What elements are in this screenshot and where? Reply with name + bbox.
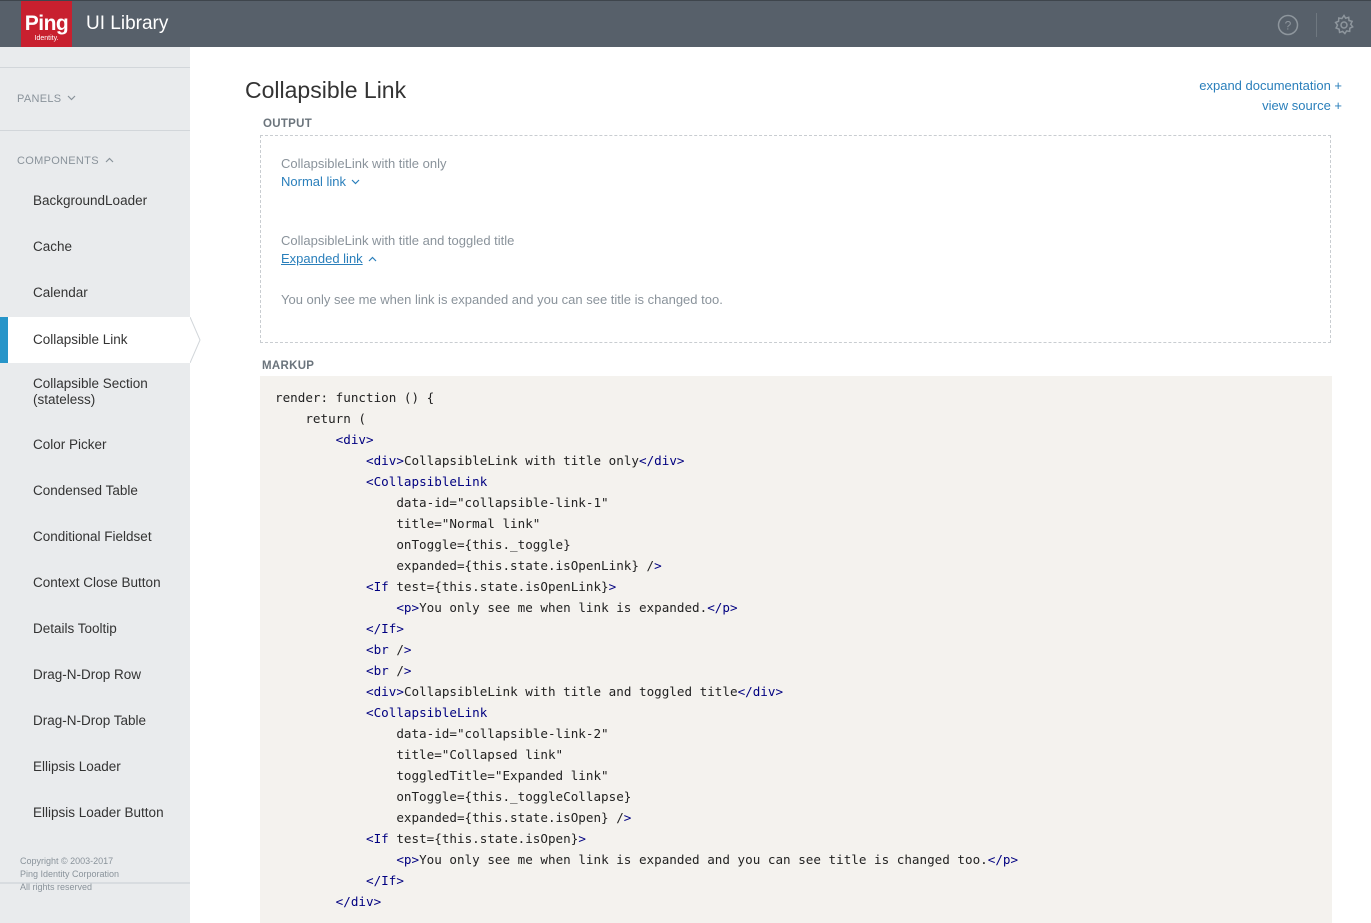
code-line: <If test={this.state.isOpen}> <box>366 831 586 846</box>
sidebar-item-drag-n-drop-row[interactable]: Drag-N-Drop Row <box>0 652 190 698</box>
header-divider <box>1316 13 1317 37</box>
chevron-up-icon <box>368 256 377 261</box>
sidebar-item-label: Ellipsis Loader Button <box>33 805 164 820</box>
code-line: expanded={this.state.isOpenLink} /> <box>275 558 662 573</box>
code-line: <div>CollapsibleLink with title and togg… <box>366 684 784 699</box>
code-line: <CollapsibleLink <box>366 474 488 489</box>
code-line: data-id="collapsible-link-1" <box>275 495 609 510</box>
sidebar-item-drag-n-drop-table[interactable]: Drag-N-Drop Table <box>0 698 190 744</box>
copyright: Copyright © 2003-2017 Ping Identity Corp… <box>20 855 119 894</box>
svg-text:?: ? <box>1285 19 1292 33</box>
normal-collapsible-link[interactable]: Normal link <box>281 174 360 189</box>
sidebar: PANELS COMPONENTS BackgroundLoader Cache… <box>0 47 191 923</box>
view-source-link[interactable]: view source + <box>1262 98 1342 113</box>
chevron-down-icon <box>351 179 360 184</box>
components-label: COMPONENTS <box>17 155 99 167</box>
code-line: expanded={this.state.isOpen} /> <box>275 810 632 825</box>
sidebar-item-label: Color Picker <box>33 437 107 452</box>
code-line: <br /> <box>366 663 412 678</box>
sidebar-item-condensed-table[interactable]: Condensed Table <box>0 468 190 514</box>
sidebar-item-label: Condensed Table <box>33 483 138 498</box>
chevron-down-icon <box>67 95 76 101</box>
sidebar-item-ellipsis-loader-button[interactable]: Ellipsis Loader Button <box>0 790 190 836</box>
expand-documentation-link[interactable]: expand documentation + <box>1199 78 1342 93</box>
output-section-label: OUTPUT <box>263 118 313 130</box>
code-line: <div>CollapsibleLink with title only</di… <box>366 453 685 468</box>
code-line: <br /> <box>366 642 412 657</box>
code-line: title="Normal link" <box>275 516 541 531</box>
sidebar-item-label: Calendar <box>33 285 88 300</box>
app-title: UI Library <box>86 13 169 34</box>
code-line: </div> <box>335 894 382 909</box>
code-line: <If test={this.state.isOpenLink}> <box>366 579 617 594</box>
sidebar-item-conditional-fieldset[interactable]: Conditional Fieldset <box>0 514 190 560</box>
code-line: onToggle={this._toggle} <box>275 537 571 552</box>
expanded-content-text: You only see me when link is expanded an… <box>281 292 723 307</box>
code-line: </If> <box>366 873 404 888</box>
markup-code-block: render: function () { return ( <div> <di… <box>260 376 1332 923</box>
page-title: Collapsible Link <box>245 77 407 103</box>
code-line: render: function () { <box>275 390 435 405</box>
sidebar-item-label: Details Tooltip <box>33 621 117 636</box>
copyright-line: Ping Identity Corporation <box>20 869 120 879</box>
sidebar-item-details-tooltip[interactable]: Details Tooltip <box>0 606 190 652</box>
code-line: </If> <box>366 621 404 636</box>
sidebar-item-collapsible-section[interactable]: Collapsible Section (stateless) <box>0 369 190 415</box>
sidebar-item-label: Collapsible Link <box>33 332 128 347</box>
code-line: <div> <box>335 432 374 447</box>
markup-section-label: MARKUP <box>262 360 315 372</box>
example1-label: CollapsibleLink with title only <box>281 156 447 171</box>
copyright-line: All rights reserved <box>20 882 93 892</box>
copyright-line: Copyright © 2003-2017 <box>20 856 114 866</box>
sidebar-item-label: Cache <box>33 239 73 254</box>
expanded-collapsible-link[interactable]: Expanded link <box>281 251 377 266</box>
sidebar-item-collapsible-link[interactable]: Collapsible Link <box>0 317 191 363</box>
components-group-toggle[interactable]: COMPONENTS <box>17 155 114 167</box>
panels-group-toggle[interactable]: PANELS <box>17 93 76 105</box>
code-line: onToggle={this._toggleCollapse} <box>275 789 632 804</box>
top-header: Ping Identity. UI Library ? <box>0 0 1371 53</box>
code-line: <p>You only see me when link is expanded… <box>396 852 1019 867</box>
sidebar-item-context-close-button[interactable]: Context Close Button <box>0 560 190 606</box>
sidebar-item-label: BackgroundLoader <box>33 193 148 208</box>
expanded-link-text: Expanded link <box>281 251 363 266</box>
sidebar-item-label: Ellipsis Loader <box>33 759 121 774</box>
code-line: data-id="collapsible-link-2" <box>275 726 609 741</box>
code-line: title="Collapsed link" <box>275 747 564 762</box>
sidebar-item-color-picker[interactable]: Color Picker <box>0 422 190 468</box>
sidebar-item-label: Conditional Fieldset <box>33 529 152 544</box>
code-line: <CollapsibleLink <box>366 705 488 720</box>
code-line: return ( <box>275 411 366 426</box>
sidebar-item-label: Collapsible Section (stateless) <box>33 376 148 407</box>
sidebar-item-calendar[interactable]: Calendar <box>0 270 190 316</box>
sidebar-item-backgroundloader[interactable]: BackgroundLoader <box>0 178 190 224</box>
code-line: toggledTitle="Expanded link" <box>275 768 609 783</box>
code-line: <p>You only see me when link is expanded… <box>396 600 738 615</box>
normal-link-text: Normal link <box>281 174 347 189</box>
help-circle-icon[interactable]: ? <box>1277 14 1299 36</box>
example2-label: CollapsibleLink with title and toggled t… <box>281 233 515 248</box>
chevron-up-icon <box>105 157 114 163</box>
sidebar-item-cache[interactable]: Cache <box>0 224 190 270</box>
logo-main-text: Ping <box>24 12 69 35</box>
sidebar-divider <box>0 130 190 131</box>
ping-identity-logo[interactable]: Ping Identity. <box>21 1 72 53</box>
sidebar-item-ellipsis-loader[interactable]: Ellipsis Loader <box>0 744 190 790</box>
sidebar-item-label: Drag-N-Drop Row <box>33 667 142 682</box>
logo-sub-text: Identity. <box>34 35 59 42</box>
sidebar-item-label: Drag-N-Drop Table <box>33 713 147 728</box>
gear-icon[interactable] <box>1333 14 1355 36</box>
active-item-pointer <box>190 317 201 363</box>
sidebar-item-label: Context Close Button <box>33 575 161 590</box>
sidebar-divider <box>0 67 190 68</box>
panels-label: PANELS <box>17 93 62 105</box>
